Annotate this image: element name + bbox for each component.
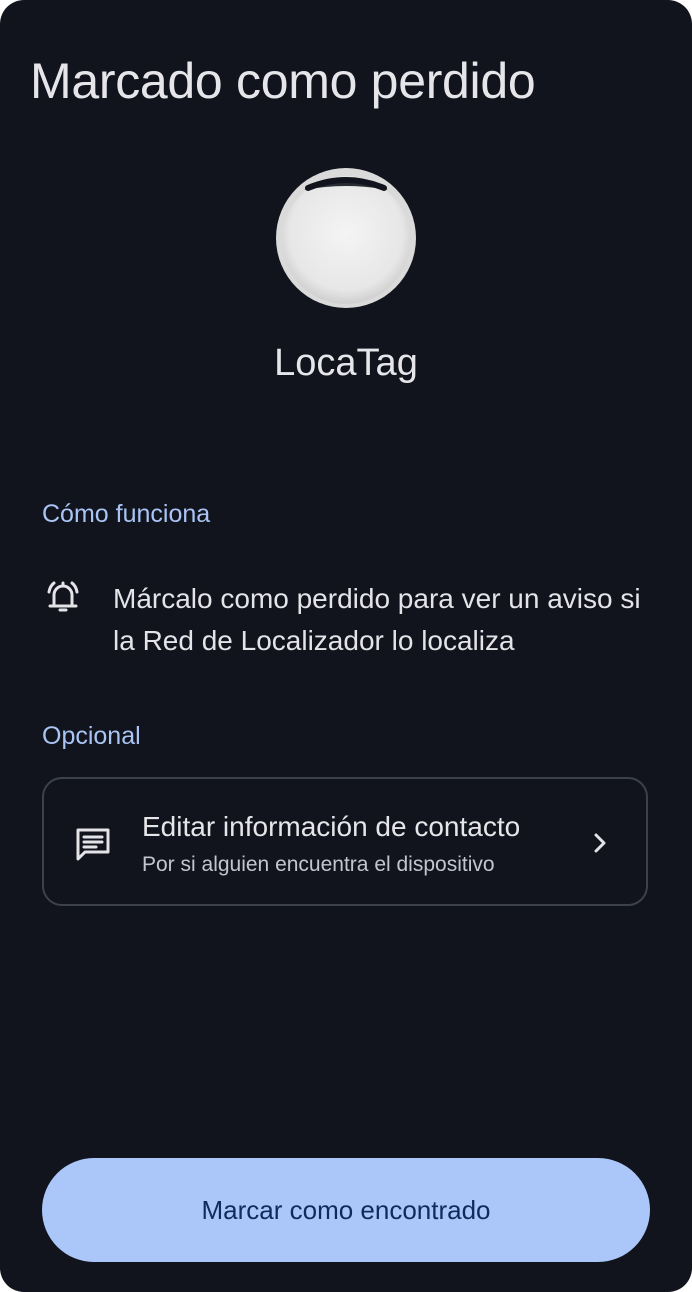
message-icon (76, 828, 110, 861)
chevron-right-icon (594, 833, 606, 853)
how-it-works-text: Márcalo como perdido para ver un aviso s… (113, 583, 641, 656)
edit-contact-subtitle: Por si alguien encuentra el dispositivo (142, 853, 495, 876)
how-it-works-label: Cómo funciona (42, 500, 211, 528)
edit-contact-info-card[interactable]: Editar información de contacto Por si al… (42, 777, 648, 906)
page-title: Marcado como perdido (30, 53, 536, 109)
optional-label: Opcional (42, 722, 141, 750)
lost-device-screen: Marcado como perdido LocaTag Cómo funcio… (0, 0, 692, 1292)
bell-ring-icon (47, 581, 79, 612)
tag-device-image (276, 168, 416, 308)
edit-contact-title: Editar información de contacto (142, 811, 521, 842)
mark-as-found-button[interactable]: Marcar como encontrado (42, 1158, 650, 1262)
device-name: LocaTag (274, 342, 418, 384)
